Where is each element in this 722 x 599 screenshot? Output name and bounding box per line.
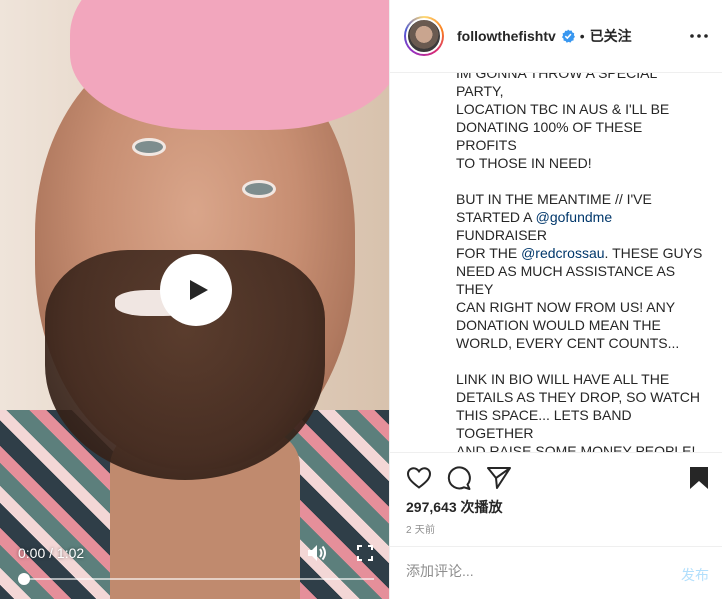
volume-icon[interactable] xyxy=(306,543,328,563)
bookmark-icon[interactable] xyxy=(686,465,712,491)
caption-line: DETAILS AS THEY DROP, SO WATCH xyxy=(456,389,701,405)
video-eye-left xyxy=(132,138,166,156)
caption-line: LINK IN BIO WILL HAVE ALL THE xyxy=(456,371,670,387)
comment-input[interactable] xyxy=(406,563,656,579)
caption-line: CAN RIGHT NOW FROM US! ANY xyxy=(456,299,676,315)
caption-line: NEED AS MUCH ASSISTANCE AS THEY xyxy=(456,263,676,297)
instagram-post-modal: 0:00 / 1:02 followthefishtv • 已关注 IM GON… xyxy=(0,0,722,599)
caption-line: DONATION WOULD MEAN THE xyxy=(456,317,661,333)
share-icon[interactable] xyxy=(486,465,512,491)
video-time: 0:00 / 1:02 xyxy=(18,545,85,561)
post-header: followthefishtv • 已关注 xyxy=(390,0,722,73)
caption-lines: IM GONNA THROW A SPECIAL PARTY, LOCATION … xyxy=(456,73,706,453)
more-icon[interactable] xyxy=(689,26,709,46)
caption-line: BUT IN THE MEANTIME // I'VE xyxy=(456,191,652,207)
post-panel: followthefishtv • 已关注 IM GONNA THROW A S… xyxy=(389,0,722,599)
video-eye-right xyxy=(242,180,276,198)
comment-icon[interactable] xyxy=(446,465,472,491)
video-progress-knob[interactable] xyxy=(18,573,30,585)
video-progress-bar[interactable] xyxy=(18,573,374,585)
view-count[interactable]: 297,643 次播放 xyxy=(406,497,503,517)
verified-icon xyxy=(561,29,575,43)
avatar[interactable] xyxy=(404,16,444,56)
caption-line: WORLD, EVERY CENT COUNTS... xyxy=(456,335,680,351)
fullscreen-icon[interactable] xyxy=(357,545,373,561)
caption-line: THIS SPACE... LETS BAND TOGETHER xyxy=(456,407,632,441)
comment-bar: 发布 xyxy=(390,546,722,599)
caption-line: LOCATION TBC IN AUS & I'LL BE xyxy=(456,101,670,117)
heart-icon[interactable] xyxy=(406,465,432,491)
caption-gap xyxy=(456,172,706,190)
post-comment-button[interactable]: 发布 xyxy=(681,565,709,585)
caption-line: IM GONNA THROW A SPECIAL PARTY, xyxy=(456,73,657,99)
video-cap xyxy=(70,0,389,130)
play-icon xyxy=(189,280,208,300)
video-player[interactable]: 0:00 / 1:02 xyxy=(0,0,389,599)
mention-link[interactable]: @gofundme xyxy=(536,209,612,225)
avatar-image xyxy=(406,18,442,54)
caption-line: TO THOSE IN NEED! xyxy=(456,155,592,171)
caption-gap xyxy=(456,352,706,370)
mention-link[interactable]: @redcrossau xyxy=(521,245,604,261)
post-time[interactable]: 2 天前 xyxy=(406,521,435,536)
caption-line: STARTED A @gofundme FUNDRAISER xyxy=(456,209,613,243)
username-link[interactable]: followthefishtv xyxy=(457,28,556,44)
caption-line: FOR THE @redcrossau. THESE GUYS xyxy=(456,245,703,261)
header-separator: • xyxy=(579,28,585,44)
caption-line: DONATING 100% OF THESE PROFITS xyxy=(456,119,643,153)
following-button[interactable]: 已关注 xyxy=(590,26,632,46)
post-actions xyxy=(390,452,722,502)
post-caption: IM GONNA THROW A SPECIAL PARTY, LOCATION … xyxy=(456,73,706,453)
play-button[interactable] xyxy=(160,254,232,326)
